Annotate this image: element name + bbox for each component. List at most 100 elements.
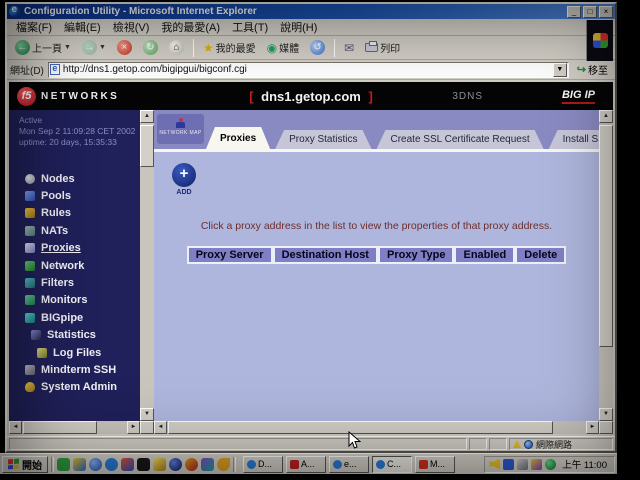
scroll-left-icon[interactable]: ◄ xyxy=(154,421,167,434)
back-icon: ← xyxy=(15,40,30,55)
stop-button[interactable]: × xyxy=(113,39,136,56)
forward-dropdown-icon[interactable]: ▼ xyxy=(99,44,106,51)
quicklaunch-icon-6[interactable] xyxy=(137,458,150,471)
hostname-text: dns1.getop.com xyxy=(257,89,365,104)
quicklaunch-ie-icon[interactable] xyxy=(105,458,118,471)
history-icon: ↺ xyxy=(310,40,325,55)
print-button[interactable]: 列印 xyxy=(361,39,404,56)
quicklaunch-icon-11[interactable] xyxy=(217,458,230,471)
sidebar-item-nodes[interactable]: Nodes xyxy=(9,170,140,187)
sidebar-item-nats[interactable]: NATs xyxy=(9,222,140,239)
sidebar-item-monitors[interactable]: Monitors xyxy=(9,292,140,309)
sidebar-item-filters[interactable]: Filters xyxy=(9,274,140,291)
menu-help[interactable]: 說明(H) xyxy=(275,18,322,36)
sidebar-item-mindterm-ssh[interactable]: Mindterm SSH xyxy=(9,361,140,378)
forward-button[interactable]: → ▼ xyxy=(78,39,110,56)
input-language-icon[interactable] xyxy=(503,459,514,470)
media-icon: ◉ xyxy=(267,42,277,54)
go-button[interactable]: ↪ 移至 xyxy=(573,62,612,77)
tab-proxy-statistics[interactable]: Proxy Statistics xyxy=(275,130,371,149)
address-dropdown-icon[interactable]: ▼ xyxy=(553,63,567,77)
task-button-3[interactable]: e... xyxy=(329,456,369,473)
scroll-up-icon[interactable]: ▲ xyxy=(140,110,154,123)
scrollbar-thumb[interactable] xyxy=(599,125,613,347)
quicklaunch-icon-8[interactable] xyxy=(169,458,182,471)
menu-tools[interactable]: 工具(T) xyxy=(227,18,273,36)
back-dropdown-icon[interactable]: ▼ xyxy=(64,44,71,51)
add-proxy-button[interactable]: + ADD xyxy=(169,163,199,196)
scroll-up-icon[interactable]: ▲ xyxy=(599,110,613,123)
taskbar-divider xyxy=(233,457,236,472)
sidebar-item-statistics[interactable]: Statistics xyxy=(9,327,140,344)
quicklaunch-icon-10[interactable] xyxy=(201,458,214,471)
volume-icon[interactable] xyxy=(489,459,500,470)
status-uptime: uptime: 20 days, 15:35:33 xyxy=(19,137,140,148)
tray-app-icon[interactable] xyxy=(531,459,542,470)
content-vertical-scrollbar[interactable]: ▲ ▼ xyxy=(599,110,613,434)
column-header-enabled: Enabled xyxy=(454,246,515,264)
favorites-button[interactable]: ★ 我的最愛 xyxy=(199,39,260,56)
pools-icon xyxy=(25,191,35,201)
content-horizontal-scrollbar[interactable]: ◄ ► xyxy=(154,421,599,434)
network-map-button[interactable]: NETWORK MAP xyxy=(157,114,204,144)
scroll-left-icon[interactable]: ◄ xyxy=(9,421,22,434)
start-button[interactable]: 開始 xyxy=(2,456,48,473)
menu-favorites[interactable]: 我的最愛(A) xyxy=(156,18,225,36)
add-icon[interactable]: + xyxy=(172,163,196,187)
back-label: 上一頁 xyxy=(32,40,62,55)
status-panel xyxy=(489,438,507,450)
quicklaunch-icon-7[interactable] xyxy=(153,458,166,471)
scroll-right-icon[interactable]: ► xyxy=(586,421,599,434)
sidebar-item-system-admin[interactable]: System Admin xyxy=(9,379,140,396)
antivirus-icon[interactable] xyxy=(545,459,556,470)
history-button[interactable]: ↺ xyxy=(306,39,329,56)
maximize-button[interactable]: □ xyxy=(583,6,597,18)
sidebar-item-rules[interactable]: Rules xyxy=(9,205,140,222)
quicklaunch-icon-5[interactable] xyxy=(121,458,134,471)
bracket-right: ] xyxy=(368,89,372,104)
instruction-text: Click a proxy address in the list to vie… xyxy=(154,220,599,232)
scroll-down-icon[interactable]: ▼ xyxy=(599,408,613,421)
menu-file[interactable]: 檔案(F) xyxy=(11,18,57,36)
minimize-button[interactable]: _ xyxy=(567,6,581,18)
status-datetime: Mon Sep 2 11:09:28 CET 2002 xyxy=(19,126,140,137)
menu-edit[interactable]: 編輯(E) xyxy=(59,18,106,36)
sidebar-item-proxies[interactable]: Proxies xyxy=(9,240,140,257)
title-bar: Configuration Utility - Microsoft Intern… xyxy=(7,4,615,19)
ie-throbber-icon xyxy=(593,33,608,48)
sidebar-horizontal-scrollbar[interactable]: ◄ ► xyxy=(9,421,140,434)
statistics-icon xyxy=(31,330,41,340)
home-button[interactable]: ⌂ xyxy=(165,39,188,56)
tab-create-ssl-certificate-request[interactable]: Create SSL Certificate Request xyxy=(377,130,544,149)
taskbar: 開始 D... A... e... C... M... xyxy=(0,453,617,474)
page-icon xyxy=(50,64,60,75)
quicklaunch-icon-9[interactable] xyxy=(185,458,198,471)
scroll-down-icon[interactable]: ▼ xyxy=(140,408,154,421)
sidebar-vertical-scrollbar[interactable]: ▲ ▼ xyxy=(140,110,154,434)
task-button-4-active[interactable]: C... xyxy=(372,456,412,473)
quicklaunch-icon-3[interactable] xyxy=(89,458,102,471)
display-icon[interactable] xyxy=(517,459,528,470)
back-button[interactable]: ← 上一頁 ▼ xyxy=(11,39,75,56)
task-button-2[interactable]: A... xyxy=(286,456,326,473)
menu-view[interactable]: 檢視(V) xyxy=(108,18,155,36)
address-url[interactable]: http://dns1.getop.com/bigipgui/bigconf.c… xyxy=(63,64,553,75)
tab-proxies[interactable]: Proxies xyxy=(206,127,270,149)
close-button[interactable]: × xyxy=(599,6,613,18)
scrollbar-thumb[interactable] xyxy=(23,421,97,434)
task-button-1[interactable]: D... xyxy=(243,456,283,473)
address-input[interactable]: http://dns1.getop.com/bigipgui/bigconf.c… xyxy=(48,62,569,78)
quicklaunch-icon-1[interactable] xyxy=(57,458,70,471)
mail-button[interactable]: ✉ xyxy=(340,41,358,55)
media-button[interactable]: ◉ 媒體 xyxy=(263,39,303,56)
scrollbar-thumb[interactable] xyxy=(140,125,154,167)
task-button-5[interactable]: M... xyxy=(415,456,455,473)
sidebar-item-bigpipe[interactable]: BIGpipe xyxy=(9,309,140,326)
column-header-destination-host: Destination Host xyxy=(273,246,378,264)
scroll-right-icon[interactable]: ► xyxy=(127,421,140,434)
refresh-button[interactable]: ↻ xyxy=(139,39,162,56)
quicklaunch-icon-2[interactable] xyxy=(73,458,86,471)
sidebar-item-log-files[interactable]: Log Files xyxy=(9,344,140,361)
sidebar-item-network[interactable]: Network xyxy=(9,257,140,274)
sidebar-item-pools[interactable]: Pools xyxy=(9,187,140,204)
